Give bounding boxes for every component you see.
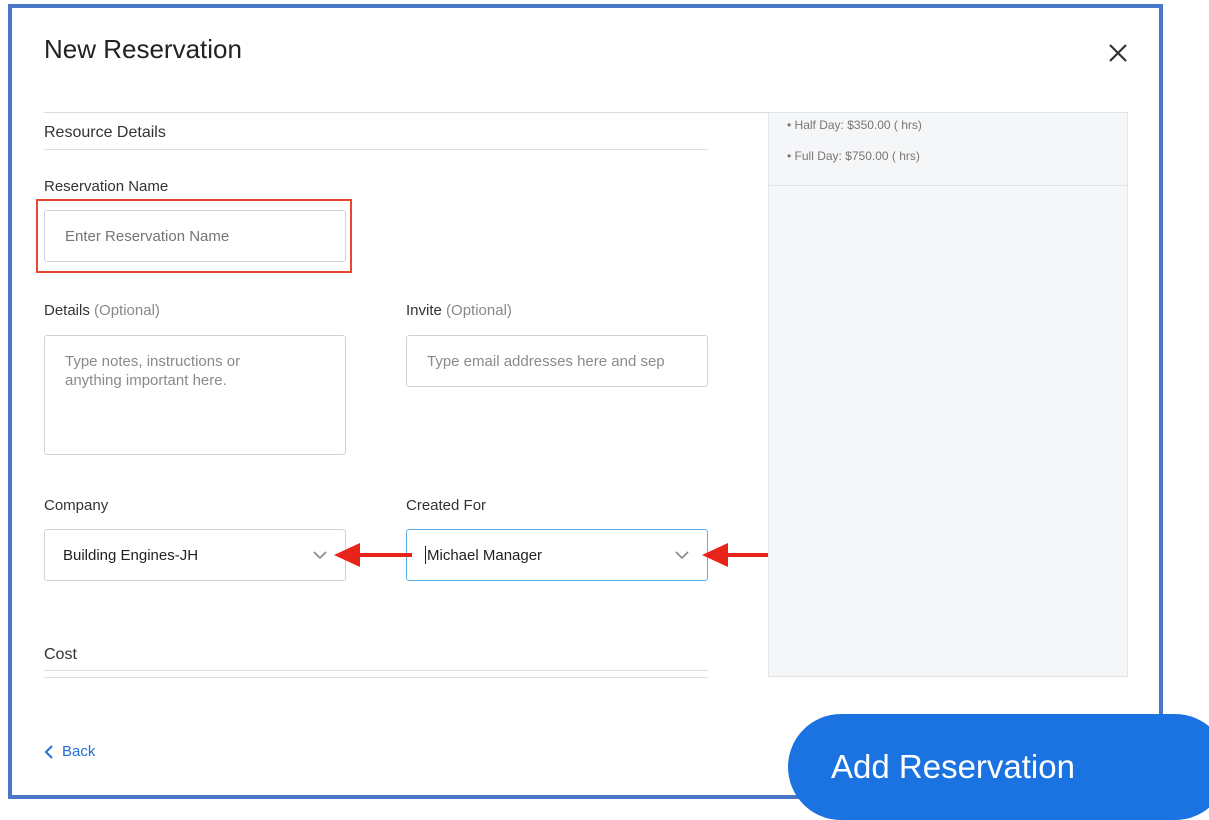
company-selected-value: Building Engines-JH bbox=[63, 546, 199, 564]
price-item-full-day: • Full Day: $750.00 ( hrs) bbox=[787, 149, 920, 163]
invite-label: Invite (Optional) bbox=[406, 302, 512, 319]
chevron-left-icon bbox=[44, 744, 53, 759]
add-reservation-button[interactable]: Add Reservation bbox=[788, 714, 1209, 820]
invite-placeholder: Type email addresses here and sep bbox=[427, 352, 665, 370]
section-heading-resource-details: Resource Details bbox=[44, 124, 166, 141]
created-for-value-text: Michael Manager bbox=[427, 546, 543, 564]
details-textarea[interactable]: Type notes, instructions or anything imp… bbox=[44, 335, 346, 455]
pricing-side-panel: • Half Day: $350.00 ( hrs) • Full Day: $… bbox=[768, 112, 1128, 677]
invite-label-text: Invite bbox=[406, 302, 442, 319]
add-reservation-label: Add Reservation bbox=[831, 748, 1075, 785]
company-label: Company bbox=[44, 497, 109, 514]
details-label: Details (Optional) bbox=[44, 302, 160, 319]
details-label-text: Details bbox=[44, 302, 90, 319]
company-select[interactable]: Building Engines-JH bbox=[44, 529, 346, 581]
created-for-selected-value: Michael Manager bbox=[425, 546, 542, 564]
chevron-down-icon bbox=[313, 551, 327, 560]
side-panel-divider bbox=[769, 185, 1127, 186]
details-optional-text: (Optional) bbox=[94, 302, 160, 319]
back-link[interactable]: Back bbox=[44, 743, 95, 760]
close-icon[interactable] bbox=[1103, 38, 1133, 68]
annotation-arrow-icon bbox=[334, 543, 412, 567]
section-divider bbox=[44, 149, 708, 150]
chevron-down-icon bbox=[675, 551, 689, 560]
text-cursor bbox=[425, 546, 426, 564]
price-item-half-day: • Half Day: $350.00 ( hrs) bbox=[787, 118, 922, 132]
content-bottom-divider bbox=[44, 677, 708, 678]
invite-optional-text: (Optional) bbox=[446, 302, 512, 319]
invite-input[interactable]: Type email addresses here and sep bbox=[406, 335, 708, 387]
section-heading-cost: Cost bbox=[44, 646, 77, 663]
details-placeholder: Type notes, instructions or anything imp… bbox=[65, 353, 241, 389]
dialog-title: New Reservation bbox=[44, 34, 242, 64]
reservation-name-label: Reservation Name bbox=[44, 178, 169, 195]
cost-divider bbox=[44, 670, 708, 671]
back-label: Back bbox=[62, 743, 96, 760]
reservation-name-input[interactable] bbox=[44, 210, 346, 262]
created-for-select[interactable]: Michael Manager bbox=[406, 529, 708, 581]
created-for-label: Created For bbox=[406, 497, 487, 514]
